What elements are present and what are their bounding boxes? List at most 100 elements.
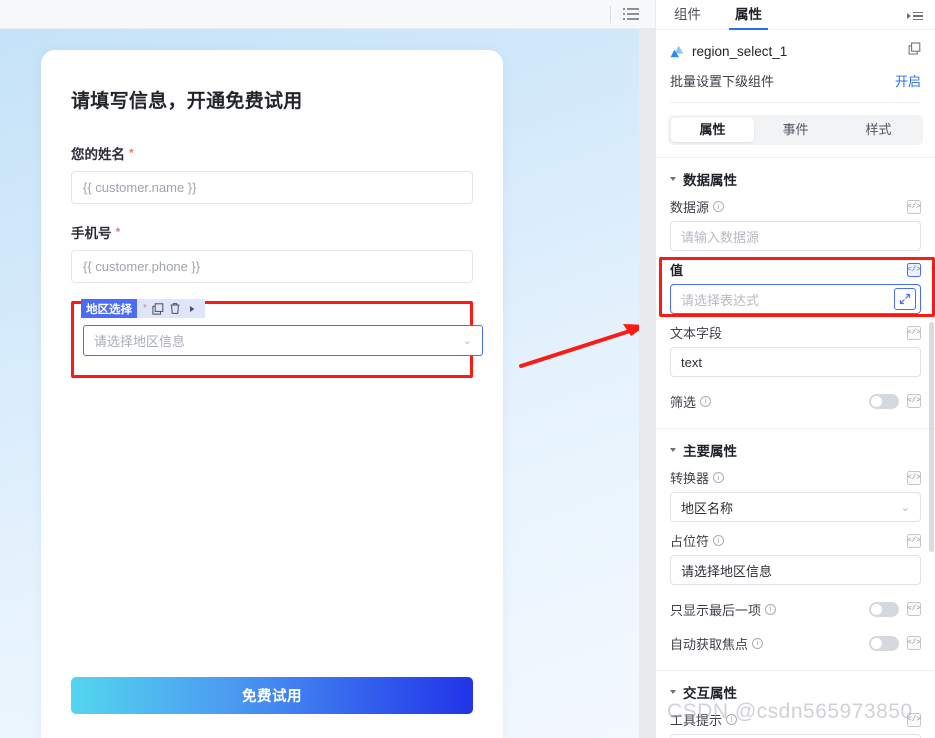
datasource-input[interactable]: 请输入数据源 [670,221,921,251]
component-actions: * [137,299,205,318]
code-icon[interactable]: </> [907,712,921,727]
list-view-icon[interactable] [623,4,643,24]
autofocus-toggle[interactable] [869,635,899,651]
code-icon[interactable]: </> [907,533,921,548]
code-icon[interactable]: </> [907,262,921,277]
value-input[interactable]: 请选择表达式 [670,284,921,314]
property-show-last-only: 只显示最后一项 i </> [656,594,935,624]
segment-styles[interactable]: 样式 [837,118,920,142]
field-label-phone: 手机号 * [71,225,121,241]
property-segmented-control: 属性 事件 样式 [668,115,923,145]
required-marker: * [143,303,147,314]
group-header-interaction[interactable]: 交互属性 [656,671,935,710]
copy-icon[interactable] [908,42,921,60]
canvas-scrollbar[interactable] [639,29,655,738]
component-toolbar: 地区选择 * [81,299,205,318]
component-name-row: region_select_1 [670,42,921,60]
required-marker: * [115,225,121,239]
code-icon[interactable]: </> [907,470,921,485]
datasource-placeholder: 请输入数据源 [681,229,760,245]
info-icon[interactable]: i [726,714,738,725]
placeholder-value: 请选择地区信息 [681,563,773,579]
design-canvas[interactable]: 请填写信息，开通免费试用 您的姓名 * {{ customer.name }} … [0,29,639,738]
chevron-down-icon [670,448,676,452]
info-icon[interactable]: i [752,637,764,649]
code-icon[interactable]: </> [907,325,921,340]
group-header-data[interactable]: 数据属性 [656,158,935,197]
form-preview-card: 请填写信息，开通免费试用 您的姓名 * {{ customer.name }} … [41,50,503,738]
name-input[interactable]: {{ customer.name }} [71,171,473,204]
show-last-only-toggle[interactable] [869,601,899,617]
property-tooltip: 工具提示 i </> 请输入工具提示 [656,710,935,738]
property-label-row: 文本字段 </> [670,323,921,342]
group-header-main[interactable]: 主要属性 [656,429,935,468]
tab-components[interactable]: 组件 [668,3,707,29]
property-label: 文本字段 [670,326,723,341]
region-select-placeholder: 请选择地区信息 [94,334,186,349]
property-label: 占位符 i [670,531,725,550]
collapse-panel-icon[interactable] [907,8,925,24]
text-field-input[interactable]: text [670,347,921,377]
play-icon[interactable] [185,302,199,316]
expand-icon[interactable] [894,288,916,310]
filter-toggle[interactable] [869,393,899,409]
segment-events[interactable]: 事件 [754,118,837,142]
info-icon[interactable]: i [713,535,725,546]
property-text-field: 文本字段 </> text [656,323,935,377]
component-tag-label[interactable]: 地区选择 [81,299,137,318]
property-label-row: 占位符 i </> [670,531,921,550]
property-label: 工具提示 i [670,710,738,729]
annotation-arrow [519,324,639,368]
panel-tabs: 组件 属性 [656,0,935,30]
info-icon[interactable]: i [700,395,712,407]
info-icon[interactable]: i [713,472,725,483]
batch-setting-label: 批量设置下级组件 [670,74,775,89]
placeholder-input[interactable]: 请选择地区信息 [670,555,921,585]
page-title: 请填写信息，开通免费试用 [71,91,303,112]
panel-scrollbar[interactable] [929,322,934,552]
property-label: 只显示最后一项 i [670,600,777,619]
segment-properties[interactable]: 属性 [671,118,754,142]
property-placeholder: 占位符 i </> 请选择地区信息 [656,531,935,585]
group-title: 交互属性 [683,686,737,701]
value-placeholder: 请选择表达式 [681,292,760,308]
info-icon[interactable]: i [765,603,777,615]
property-autofocus: 自动获取焦点 i </> [656,628,935,658]
property-label: 自动获取焦点 i [670,634,764,653]
property-value: 值 </> 请选择表达式 [656,260,935,314]
property-label-row: 值 </> [670,260,921,279]
phone-input[interactable]: {{ customer.phone }} [71,250,473,283]
component-name: region_select_1 [692,43,788,59]
property-label-row: 转换器 i </> [670,468,921,487]
converter-select[interactable]: 地区名称 ⌄ [670,492,921,522]
property-label: 转换器 i [670,468,725,487]
field-label-name: 您的姓名 * [71,146,134,162]
info-icon[interactable]: i [713,201,725,212]
submit-button[interactable]: 免费试用 [71,677,473,714]
component-header: region_select_1 批量设置下级组件 开启 [656,30,935,103]
region-component-icon [670,45,684,57]
property-filter: 筛选 i </> [656,386,935,416]
code-icon[interactable]: </> [907,602,921,616]
property-label: 筛选 i [670,392,712,411]
code-icon[interactable]: </> [907,636,921,650]
group-title: 数据属性 [683,173,737,188]
code-icon[interactable]: </> [907,199,921,214]
tooltip-input[interactable]: 请输入工具提示 [670,734,921,738]
value-input-wrapper: 请选择表达式 [670,284,921,314]
delete-icon[interactable] [168,302,182,316]
toolbar-divider [610,5,611,23]
chevron-down-icon [670,177,676,181]
batch-enable-link[interactable]: 开启 [895,71,921,90]
region-select-input[interactable]: 请选择地区信息 ⌄ [83,325,483,356]
property-label: 数据源 i [670,197,725,216]
properties-panel: 组件 属性 region_select_1 批量设置下级组件 开启 属性 事件 … [655,0,935,738]
chevron-down-icon [670,690,676,694]
tab-properties[interactable]: 属性 [729,3,768,30]
property-label-row: 工具提示 i </> [670,710,921,729]
batch-setting-row: 批量设置下级组件 开启 [670,71,921,103]
code-icon[interactable]: </> [907,394,921,408]
property-label-row: 数据源 i </> [670,197,921,216]
text-field-value: text [681,354,702,370]
copy-icon[interactable] [151,302,165,316]
